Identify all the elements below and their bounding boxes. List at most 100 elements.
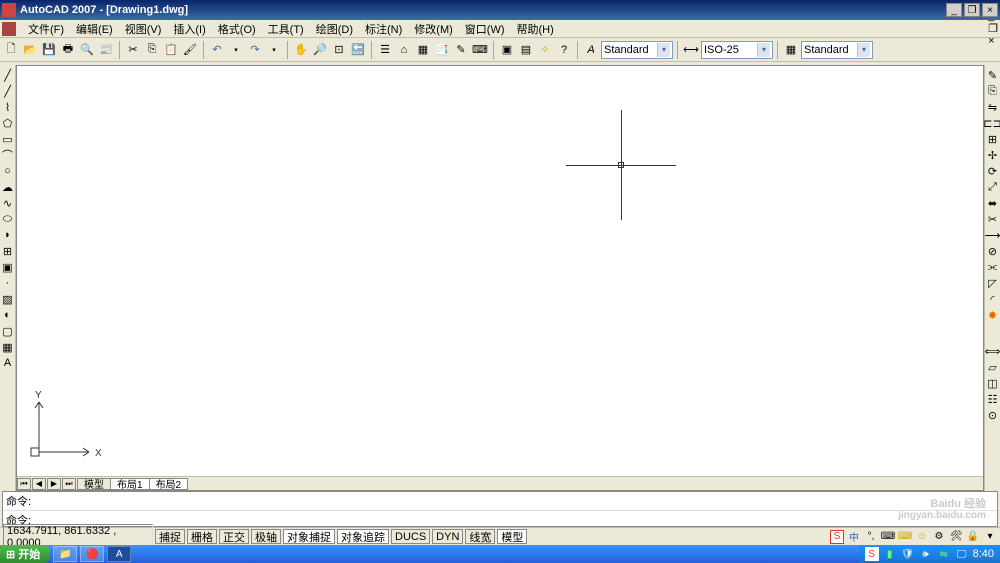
dim-style-icon[interactable]: ⟷ — [682, 41, 700, 59]
redo-dropdown-icon[interactable]: ▾ — [265, 41, 283, 59]
table-style-combo[interactable]: Standard ▾ — [801, 41, 873, 59]
tab-next-icon[interactable]: ▶ — [47, 478, 61, 490]
systray-shield-icon[interactable]: 🛡 — [901, 547, 915, 561]
doc-close-button[interactable]: × — [988, 35, 998, 47]
tab-first-icon[interactable]: ⏮ — [17, 478, 31, 490]
rectangle-icon[interactable]: ▭ — [0, 131, 16, 147]
trim-icon[interactable]: ✂ — [985, 211, 1000, 227]
tray-wrench-icon[interactable]: 🛠 — [949, 530, 963, 544]
arc-icon[interactable]: ⌒ — [0, 147, 16, 163]
toggle-ortho[interactable]: 正交 — [219, 529, 249, 544]
pan-icon[interactable]: ✋ — [292, 41, 310, 59]
taskbar-item-explorer[interactable]: 📁 — [53, 546, 77, 562]
menu-tools[interactable]: 工具(T) — [262, 20, 310, 38]
circle-icon[interactable]: ○ — [0, 163, 16, 179]
tab-last-icon[interactable]: ⏭ — [62, 478, 76, 490]
extend-icon[interactable]: ⟶ — [985, 227, 1000, 243]
region-icon[interactable]: ▢ — [0, 323, 16, 339]
ellipse-icon[interactable]: ⬭ — [0, 211, 16, 227]
designcenter-icon[interactable]: ⌂ — [395, 41, 413, 59]
insert-block-icon[interactable]: ⊞ — [0, 243, 16, 259]
tray-minimize-icon[interactable]: ▾ — [983, 530, 997, 544]
tray-ime-cn-icon[interactable]: 中 — [847, 530, 861, 544]
rotate-icon[interactable]: ⟳ — [985, 163, 1000, 179]
toolpalette-icon[interactable]: ▦ — [414, 41, 432, 59]
save-icon[interactable]: 💾 — [40, 41, 58, 59]
copy-icon[interactable]: ⎘ — [143, 41, 161, 59]
stretch-icon[interactable]: ⬌ — [985, 195, 1000, 211]
plot-icon[interactable]: 🖶 — [59, 41, 77, 59]
line-icon[interactable]: ╱ — [0, 67, 16, 83]
systray-monitor-icon[interactable]: 🖵 — [955, 547, 969, 561]
tab-prev-icon[interactable]: ◀ — [32, 478, 46, 490]
menu-dimension[interactable]: 标注(N) — [359, 20, 408, 38]
clock[interactable]: 8:40 — [973, 548, 994, 560]
area-icon[interactable]: ▱ — [985, 359, 1000, 375]
redo-icon[interactable]: ↷ — [246, 41, 264, 59]
doc-minimize-button[interactable]: _ — [988, 10, 998, 22]
dashboard-icon[interactable]: ▤ — [517, 41, 535, 59]
revcloud-icon[interactable]: ☁ — [0, 179, 16, 195]
join-icon[interactable]: ⫘ — [985, 259, 1000, 275]
menu-modify[interactable]: 修改(M) — [408, 20, 459, 38]
erase-icon[interactable]: ✎ — [985, 67, 1000, 83]
offset-icon[interactable]: ⊏⊐ — [985, 115, 1000, 131]
menu-edit[interactable]: 编辑(E) — [70, 20, 119, 38]
table-icon[interactable]: ▦ — [0, 339, 16, 355]
array-icon[interactable]: ⊞ — [985, 131, 1000, 147]
list-icon[interactable]: ☷ — [985, 391, 1000, 407]
text-style-combo[interactable]: Standard ▾ — [601, 41, 673, 59]
menu-draw[interactable]: 绘图(D) — [310, 20, 359, 38]
point-icon[interactable]: · — [0, 275, 16, 291]
tab-layout1[interactable]: 布局1 — [110, 478, 150, 490]
restore-button[interactable]: ❐ — [964, 3, 980, 17]
quickcalc-icon[interactable]: ⌨ — [471, 41, 489, 59]
explode-icon[interactable]: ✸ — [985, 307, 1000, 323]
publish-icon[interactable]: 📰 — [97, 41, 115, 59]
zoom-previous-icon[interactable]: 🔙 — [349, 41, 367, 59]
table-style-icon[interactable]: ▦ — [782, 41, 800, 59]
taskbar-item-autocad[interactable]: A — [107, 546, 131, 562]
systray-net-icon[interactable]: ▮ — [883, 547, 897, 561]
command-window[interactable]: 命令: 命令: — [2, 491, 998, 527]
cut-icon[interactable]: ✂ — [124, 41, 142, 59]
systray-volume-icon[interactable]: 🕪 — [919, 547, 933, 561]
move-icon[interactable]: ✢ — [985, 147, 1000, 163]
ellipse-arc-icon[interactable]: ◗ — [0, 227, 16, 243]
document-icon[interactable] — [2, 22, 16, 36]
paste-icon[interactable]: 📋 — [162, 41, 180, 59]
menu-format[interactable]: 格式(O) — [212, 20, 262, 38]
toggle-ducs[interactable]: DUCS — [391, 529, 430, 544]
polyline-icon[interactable]: ⌇ — [0, 99, 16, 115]
menu-window[interactable]: 窗口(W) — [459, 20, 511, 38]
break-icon[interactable]: ⊘ — [985, 243, 1000, 259]
toggle-dyn[interactable]: DYN — [432, 529, 463, 544]
start-button[interactable]: ⊞ 开始 — [0, 545, 50, 563]
menu-file[interactable]: 文件(F) — [22, 20, 70, 38]
toggle-snap[interactable]: 捕捉 — [155, 529, 185, 544]
drawing-canvas[interactable]: X Y ⏮ ◀ ▶ ⏭ 模型 布局1 布局2 — [16, 65, 984, 491]
chamfer-icon[interactable]: ◸ — [985, 275, 1000, 291]
toggle-model[interactable]: 模型 — [497, 529, 527, 544]
undo-icon[interactable]: ↶ — [208, 41, 226, 59]
tray-gear-icon[interactable]: ⚙ — [932, 530, 946, 544]
preview-icon[interactable]: 🔍 — [78, 41, 96, 59]
match-icon[interactable]: 🖌 — [181, 41, 199, 59]
mirror-icon[interactable]: ⇋ — [985, 99, 1000, 115]
tab-model[interactable]: 模型 — [77, 478, 111, 490]
zoom-window-icon[interactable]: ⊡ — [330, 41, 348, 59]
tray-face-icon[interactable]: ☺ — [915, 530, 929, 544]
xline-icon[interactable]: ╱ — [0, 83, 16, 99]
dim-style-combo[interactable]: ISO-25 ▾ — [701, 41, 773, 59]
tray-lock-icon[interactable]: 🔒 — [966, 530, 980, 544]
toggle-polar[interactable]: 极轴 — [251, 529, 281, 544]
doc-restore-button[interactable]: ❐ — [988, 22, 998, 35]
text-style-icon[interactable]: A — [582, 41, 600, 59]
open-icon[interactable]: 📂 — [21, 41, 39, 59]
region-mass-icon[interactable]: ◫ — [985, 375, 1000, 391]
tray-sk2-icon[interactable]: ⌨ — [898, 530, 912, 544]
distance-icon[interactable]: ⟺ — [985, 343, 1000, 359]
mtext-icon[interactable]: A — [0, 355, 16, 371]
toggle-otrack[interactable]: 对象追踪 — [337, 529, 389, 544]
toggle-osnap[interactable]: 对象捕捉 — [283, 529, 335, 544]
